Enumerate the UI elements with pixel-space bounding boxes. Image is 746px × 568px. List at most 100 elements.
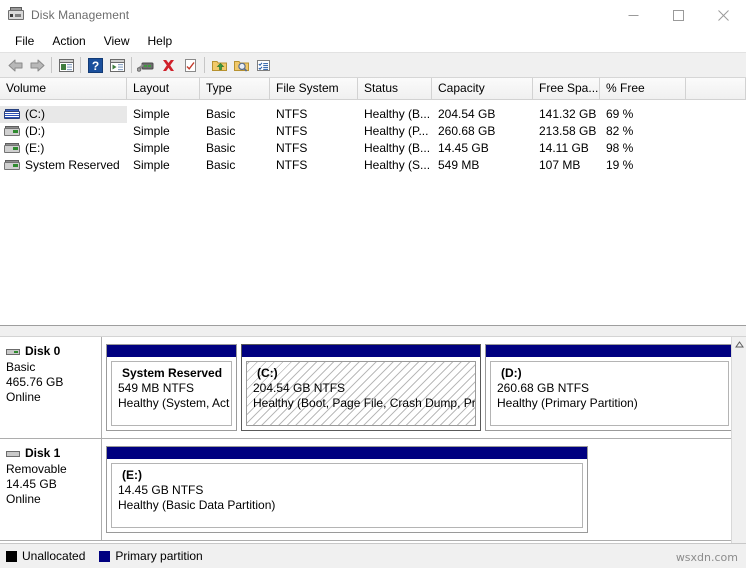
column-header-capacity[interactable]: Capacity [432,78,533,99]
window-title: Disk Management [31,8,130,22]
toolbar-separator [131,57,132,73]
partition-size-fs: 549 MB NTFS [118,381,195,395]
cell-type: Basic [206,107,236,121]
disk-info-0[interactable]: Disk 0 Basic 465.76 GB Online [0,337,102,438]
show-hide-action-pane-icon[interactable] [106,54,128,76]
partition-name: (D:) [501,366,522,380]
graphical-view: Disk 0 Basic 465.76 GB Online System Res… [0,337,746,543]
toolbar-separator [51,57,52,73]
column-header-free-space[interactable]: Free Spa... [533,78,600,99]
toolbar-separator [204,57,205,73]
title-bar: Disk Management [0,0,746,30]
volume-icon [4,143,20,154]
minimize-button[interactable] [611,0,656,30]
volume-icon [4,160,20,171]
graphical-view-scrollbar[interactable] [731,337,746,543]
partition-status: Healthy (Primary Partition) [497,396,638,410]
close-button[interactable] [701,0,746,30]
all-tasks-icon[interactable] [252,54,274,76]
legend-swatch-primary [99,550,111,562]
column-header-status[interactable]: Status [358,78,432,99]
partition-size-fs: 260.68 GB NTFS [497,381,590,395]
disk-info-1[interactable]: Disk 1 Removable 14.45 GB Online [0,439,102,540]
cell-type: Basic [206,141,236,155]
partition-system-reserved[interactable]: System Reserved 549 MB NTFS Healthy (Sys… [106,344,237,431]
cell-file-system: NTFS [276,141,308,155]
legend-item-unallocated: Unallocated [6,549,85,563]
volume-icon [4,126,20,137]
volume-list-body: (C:) Simple Basic NTFS Healthy (B... 204… [0,106,746,174]
cell-layout: Simple [133,158,170,172]
scroll-up-arrow-icon[interactable] [732,337,746,352]
column-header-layout[interactable]: Layout [127,78,200,99]
disk-size: 465.76 GB [6,375,64,389]
disk-management-icon [8,7,24,23]
cell-type: Basic [206,158,236,172]
disk-icon [6,348,20,356]
partition-status: Healthy (Boot, Page File, Crash Dump, Pr… [253,396,476,410]
import-foreign-disks-icon[interactable] [208,54,230,76]
properties-icon[interactable] [135,54,157,76]
forward-icon[interactable] [26,54,48,76]
partition-color-bar [486,345,733,357]
menu-item-view[interactable]: View [95,32,139,50]
menu-item-action[interactable]: Action [43,32,94,50]
back-icon[interactable] [4,54,26,76]
column-header-file-system[interactable]: File System [270,78,358,99]
legend-bar: Unallocated Primary partition wsxdn.com [0,543,746,568]
legend-item-primary-partition: Primary partition [99,549,203,563]
partition-status: Healthy (System, Act [118,396,230,410]
cell-status: Healthy (S... [364,158,431,172]
cell-free-space: 107 MB [539,158,581,172]
menu-item-file[interactable]: File [6,32,43,50]
cell-volume-name: System Reserved [25,158,120,172]
disk-row-1[interactable]: Disk 1 Removable 14.45 GB Online (E:) 14… [0,439,746,541]
help-icon[interactable]: ? [84,54,106,76]
cell-percent-free: 69 % [606,107,634,121]
disk-type: Basic [6,360,36,374]
disk-size: 14.45 GB [6,477,57,491]
partition-color-bar [242,345,480,357]
watermark: wsxdn.com [675,551,738,564]
table-row[interactable]: (E:) Simple Basic NTFS Healthy (B... 14.… [0,140,746,157]
column-header-percent-free[interactable]: % Free [600,78,686,99]
disk-name: Disk 1 [25,446,61,460]
partition-color-bar [107,345,236,357]
disk-state: Online [6,390,41,404]
disk-partitions-1: (E:) 14.45 GB NTFS Healthy (Basic Data P… [102,439,746,540]
cell-free-space: 141.32 GB [539,107,597,121]
cell-layout: Simple [133,124,170,138]
partition-color-bar [107,447,587,459]
cell-file-system: NTFS [276,107,308,121]
table-row[interactable]: (C:) Simple Basic NTFS Healthy (B... 204… [0,106,746,123]
rescan-disks-icon[interactable] [179,54,201,76]
partition-name: System Reserved [122,366,223,380]
pane-splitter[interactable] [0,325,746,337]
cell-status: Healthy (P... [364,124,429,138]
column-header-empty[interactable] [686,78,746,99]
maximize-button[interactable] [656,0,701,30]
cell-volume-name: (E:) [25,141,45,155]
disk-row-0[interactable]: Disk 0 Basic 465.76 GB Online System Res… [0,337,746,439]
partition-e-drive[interactable]: (E:) 14.45 GB NTFS Healthy (Basic Data P… [106,446,588,533]
show-hide-console-tree-icon[interactable] [55,54,77,76]
find-icon[interactable] [230,54,252,76]
column-header-volume[interactable]: Volume [0,78,127,99]
table-row[interactable]: (D:) Simple Basic NTFS Healthy (P... 260… [0,123,746,140]
delete-icon[interactable] [157,54,179,76]
window-controls [611,0,746,30]
cell-percent-free: 19 % [606,158,634,172]
table-row[interactable]: System Reserved Simple Basic NTFS Health… [0,157,746,174]
cell-capacity: 260.68 GB [438,124,496,138]
cell-layout: Simple [133,141,170,155]
cell-file-system: NTFS [276,158,308,172]
volume-list-header: Volume Layout Type File System Status Ca… [0,78,746,100]
partition-c-drive[interactable]: (C:) 204.54 GB NTFS Healthy (Boot, Page … [241,344,481,431]
cell-type: Basic [206,124,236,138]
menu-item-help[interactable]: Help [139,32,182,50]
legend-label-primary-partition: Primary partition [115,549,203,563]
disk-type: Removable [6,462,67,476]
volume-icon-striped [4,109,20,120]
partition-d-drive[interactable]: (D:) 260.68 GB NTFS Healthy (Primary Par… [485,344,734,431]
column-header-type[interactable]: Type [200,78,270,99]
